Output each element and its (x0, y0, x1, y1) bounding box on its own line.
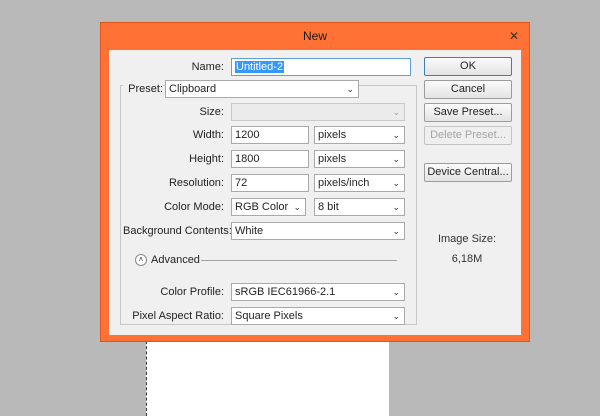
color-profile-value: sRGB IEC61966-2.1 (235, 286, 336, 298)
resolution-label: Resolution: (168, 177, 224, 189)
height-label: Height: (189, 153, 224, 165)
pixel-aspect-value: Square Pixels (235, 310, 303, 322)
size-select: ⌄ (231, 103, 405, 121)
image-size-value: 6,18M (451, 253, 483, 265)
resolution-input[interactable]: 72 (231, 174, 309, 192)
height-unit-value: pixels (318, 153, 347, 165)
collapse-toggle-icon[interactable]: ˄ (135, 254, 147, 266)
name-input[interactable]: Untitled-2 (231, 58, 411, 76)
document-canvas (146, 336, 389, 416)
pixel-aspect-label: Pixel Aspect Ratio: (132, 310, 224, 322)
chevron-down-icon: ⌄ (346, 84, 354, 94)
color-mode-value: RGB Color (235, 201, 289, 213)
ok-button[interactable]: OK (424, 57, 512, 76)
close-icon[interactable]: ✕ (507, 29, 521, 43)
name-label: Name: (191, 61, 224, 73)
save-preset-button[interactable]: Save Preset... (424, 103, 512, 122)
advanced-divider (201, 260, 397, 261)
cancel-button[interactable]: Cancel (424, 80, 512, 99)
resolution-unit-select[interactable]: pixels/inch ⌄ (314, 174, 405, 192)
chevron-down-icon: ⌄ (392, 226, 400, 236)
chevron-down-icon: ⌄ (392, 154, 400, 164)
device-central-button[interactable]: Device Central... (424, 163, 512, 182)
width-unit-select[interactable]: pixels ⌄ (314, 126, 405, 144)
name-input-value: Untitled-2 (235, 61, 285, 73)
chevron-down-icon: ⌄ (392, 130, 400, 140)
chevron-down-icon: ⌄ (293, 202, 301, 212)
color-mode-select[interactable]: RGB Color ⌄ (231, 198, 306, 216)
preset-label: Preset: (123, 81, 163, 97)
dialog-title: New (302, 29, 327, 43)
bit-depth-select[interactable]: 8 bit ⌄ (314, 198, 405, 216)
delete-preset-button: Delete Preset... (424, 126, 512, 145)
chevron-down-icon: ⌄ (392, 311, 400, 321)
chevron-down-icon: ⌄ (392, 107, 400, 117)
chevron-down-icon: ⌄ (392, 287, 400, 297)
width-label: Width: (192, 129, 224, 141)
chevron-down-icon: ⌄ (392, 178, 400, 188)
color-profile-select[interactable]: sRGB IEC61966-2.1 ⌄ (231, 283, 405, 301)
background-contents-select[interactable]: White ⌄ (231, 222, 405, 240)
color-profile-label: Color Profile: (160, 286, 224, 298)
bit-depth-value: 8 bit (318, 201, 339, 213)
width-unit-value: pixels (318, 129, 347, 141)
chevron-down-icon: ⌄ (392, 202, 400, 212)
new-document-dialog: New ✕ Name: Untitled-2 Preset: Clipboard… (100, 22, 530, 342)
background-contents-value: White (235, 225, 264, 237)
image-size-label: Image Size: (437, 233, 497, 245)
resolution-unit-value: pixels/inch (318, 177, 370, 189)
preset-select[interactable]: Clipboard ⌄ (165, 80, 359, 98)
height-unit-select[interactable]: pixels ⌄ (314, 150, 405, 168)
width-input[interactable]: 1200 (231, 126, 309, 144)
size-label: Size: (199, 106, 224, 118)
preset-select-value: Clipboard (169, 83, 217, 95)
height-input[interactable]: 1800 (231, 150, 309, 168)
dialog-body: Name: Untitled-2 Preset: Clipboard ⌄ Siz… (109, 50, 521, 335)
background-contents-label: Background Contents: (123, 225, 232, 237)
pixel-aspect-select[interactable]: Square Pixels ⌄ (231, 307, 405, 325)
color-mode-label: Color Mode: (164, 201, 224, 213)
